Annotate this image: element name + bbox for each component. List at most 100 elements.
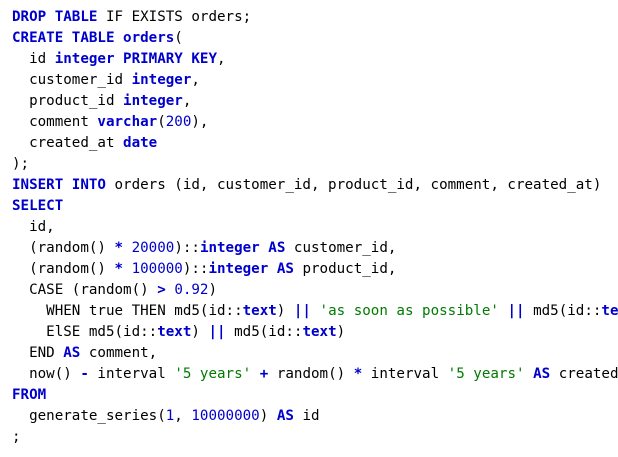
sql-operator: +	[259, 366, 269, 382]
sql-string: 'as soon as possible'	[319, 303, 499, 319]
sql-text: ,	[217, 51, 226, 67]
code-line: FROM	[12, 385, 618, 406]
code-line: DROP TABLE IF EXISTS orders;	[12, 7, 618, 28]
sql-text: (random()	[12, 240, 115, 256]
sql-keyword: text	[601, 303, 618, 319]
sql-keyword: SELECT	[12, 198, 64, 214]
sql-text: id	[12, 51, 55, 67]
sql-keyword: AS	[276, 261, 294, 277]
sql-keyword: integer	[131, 72, 192, 88]
sql-keyword: INSERT INTO	[12, 177, 106, 193]
code-line: SELECT	[12, 196, 618, 217]
sql-number: 100000	[131, 261, 183, 277]
sql-text: );	[12, 156, 30, 172]
sql-text: generate_series(	[12, 408, 166, 424]
sql-keyword: AS	[268, 240, 286, 256]
sql-text: interval	[362, 366, 448, 382]
code-line: CREATE TABLE orders(	[12, 28, 618, 49]
code-line: CASE (random() > 0.92)	[12, 280, 618, 301]
sql-text: ,	[182, 93, 192, 109]
code-line: END AS comment,	[12, 343, 618, 364]
sql-keyword: integer PRIMARY KEY	[54, 51, 218, 67]
code-line: id integer PRIMARY KEY,	[12, 49, 618, 70]
sql-text: )	[276, 303, 294, 319]
code-line: (random() * 100000)::integer AS product_…	[12, 259, 618, 280]
sql-keyword: AS	[276, 408, 294, 424]
sql-text: ElSE md5(id::	[12, 324, 158, 340]
sql-text: (random()	[12, 261, 115, 277]
sql-text: )	[259, 408, 277, 424]
sql-text: interval	[88, 366, 175, 382]
sql-operator: -	[80, 366, 89, 382]
sql-text: ,	[174, 408, 192, 424]
sql-number: 200	[165, 114, 192, 130]
sql-text: md5(id::	[524, 303, 602, 319]
sql-text: comment,	[80, 345, 158, 361]
sql-code-block: DROP TABLE IF EXISTS orders; CREATE TABLE…	[12, 7, 618, 448]
sql-keyword: text	[242, 303, 277, 319]
sql-text: product_id,	[293, 261, 397, 277]
sql-text: ),	[191, 114, 209, 130]
sql-text: orders (id, customer_id, product_id, com…	[105, 177, 602, 193]
sql-keyword: integer	[199, 240, 260, 256]
sql-text: id,	[12, 219, 55, 235]
sql-keyword: integer	[123, 93, 183, 109]
sql-string: '5 years'	[174, 366, 252, 382]
sql-operator: *	[114, 261, 124, 277]
sql-keyword: AS	[533, 366, 551, 382]
code-line: WHEN true THEN md5(id::text) || 'as soon…	[12, 301, 618, 322]
sql-keyword: date	[123, 135, 158, 151]
sql-text: END	[12, 345, 64, 361]
code-line: INSERT INTO orders (id, customer_id, pro…	[12, 175, 618, 196]
sql-keyword: CREATE TABLE	[12, 30, 115, 46]
sql-text: md5(id::	[225, 324, 303, 340]
sql-keyword: FROM	[12, 387, 47, 403]
sql-keyword: varchar	[97, 114, 158, 130]
sql-text: created_at	[12, 135, 124, 151]
code-line: created_at date	[12, 133, 618, 154]
sql-operator: ||	[293, 303, 311, 319]
sql-text: comment	[12, 114, 98, 130]
sql-text: now()	[12, 366, 81, 382]
sql-keyword: AS	[63, 345, 81, 361]
sql-text: random()	[268, 366, 354, 382]
sql-text: )	[191, 324, 209, 340]
code-line: comment varchar(200),	[12, 112, 618, 133]
sql-text: )::	[174, 240, 200, 256]
code-line: (random() * 20000)::integer AS customer_…	[12, 238, 618, 259]
sql-text: customer_id,	[285, 240, 397, 256]
sql-text: )	[336, 324, 346, 340]
code-line: generate_series(1, 10000000) AS id	[12, 406, 618, 427]
code-line: now() - interval '5 years' + random() * …	[12, 364, 618, 385]
sql-operator: ||	[507, 303, 525, 319]
sql-number: 10000000	[191, 408, 260, 424]
sql-text: created_at	[558, 366, 618, 382]
code-line: product_id integer,	[12, 91, 618, 112]
sql-number: 20000	[131, 240, 175, 256]
sql-operator: *	[114, 240, 124, 256]
sql-text: )	[208, 282, 218, 298]
sql-text: (	[157, 114, 166, 130]
sql-keyword: text	[157, 324, 192, 340]
sql-text: CASE (random()	[12, 282, 158, 298]
code-line: customer_id integer,	[12, 70, 618, 91]
sql-text: customer_id	[12, 72, 132, 88]
code-line: ;	[12, 427, 618, 448]
sql-keyword: text	[302, 324, 337, 340]
sql-text: IF EXISTS orders;	[97, 9, 252, 25]
sql-text: WHEN true THEN md5(id::	[12, 303, 243, 319]
sql-text: product_id	[12, 93, 124, 109]
sql-number: 0.92	[174, 282, 209, 298]
sql-text: ,	[191, 72, 200, 88]
code-line: ElSE md5(id::text) || md5(id::text)	[12, 322, 618, 343]
sql-text: )::	[182, 261, 209, 277]
sql-text: ;	[12, 429, 21, 445]
